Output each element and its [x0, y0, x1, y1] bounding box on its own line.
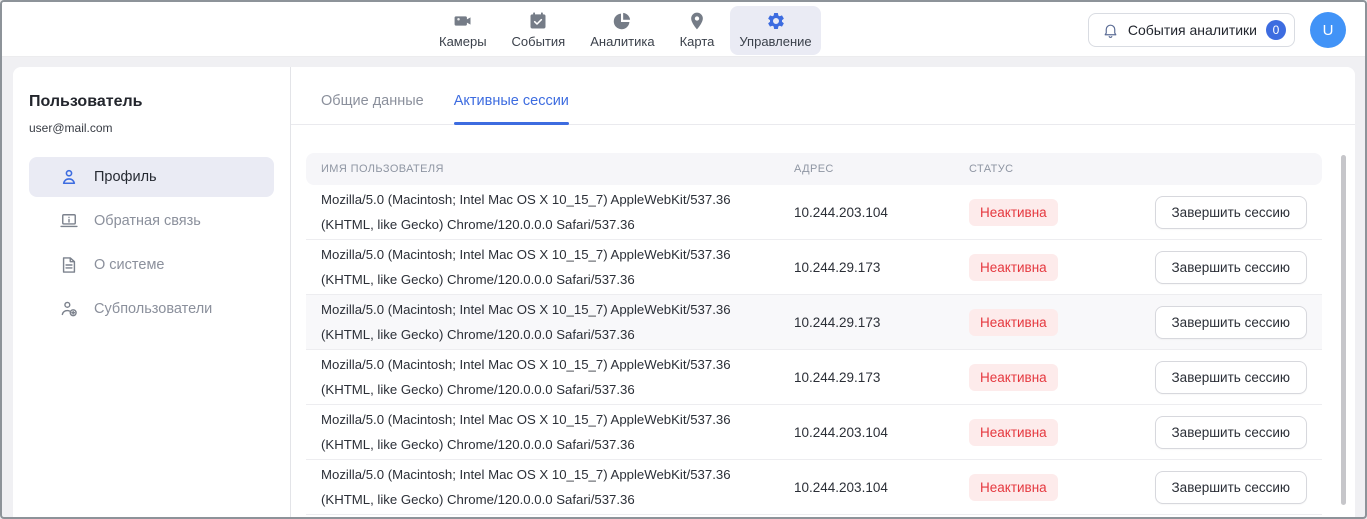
column-header: СТАТУС: [954, 163, 1139, 175]
sessions-table-body: Mozilla/5.0 (Macintosh; Intel Mac OS X 1…: [306, 185, 1322, 515]
sessions-table: ИМЯ ПОЛЬЗОВАТЕЛЯАДРЕССТАТУС Mozilla/5.0 …: [306, 153, 1322, 515]
session-address: 10.244.203.104: [779, 205, 954, 220]
document-icon: [59, 255, 79, 275]
sidebar-item-label: Субпользователи: [94, 301, 212, 317]
end-session-button[interactable]: Завершить сессию: [1155, 306, 1307, 339]
session-user-agent: Mozilla/5.0 (Macintosh; Intel Mac OS X 1…: [306, 460, 779, 514]
add-user-icon: [59, 299, 79, 319]
session-user-agent: Mozilla/5.0 (Macintosh; Intel Mac OS X 1…: [306, 405, 779, 459]
sidebar-title: Пользователь: [29, 93, 274, 111]
main-panel: Общие данные Активные сессии ИМЯ ПОЛЬЗОВА…: [291, 67, 1355, 517]
nav-item-analytics[interactable]: Аналитика: [581, 6, 663, 55]
session-row: Mozilla/5.0 (Macintosh; Intel Mac OS X 1…: [306, 460, 1322, 515]
session-user-agent: Mozilla/5.0 (Macintosh; Intel Mac OS X 1…: [306, 295, 779, 349]
analytics-events-badge: 0: [1266, 20, 1286, 40]
sidebar-item-label: Обратная связь: [94, 213, 201, 229]
nav-item-label: События: [512, 34, 566, 49]
session-user-agent: Mozilla/5.0 (Macintosh; Intel Mac OS X 1…: [306, 185, 779, 239]
feedback-laptop-icon: [59, 211, 79, 231]
tab-sessions[interactable]: Активные сессии: [454, 93, 569, 124]
sidebar-item-about[interactable]: О системе: [29, 245, 274, 285]
column-header: ИМЯ ПОЛЬЗОВАТЕЛЯ: [306, 163, 779, 175]
nav-item-label: Карта: [680, 34, 715, 49]
nav-item-management[interactable]: Управление: [730, 6, 820, 55]
nav-item-label: Аналитика: [590, 34, 654, 49]
end-session-button[interactable]: Завершить сессию: [1155, 361, 1307, 394]
session-status-badge: Неактивна: [969, 309, 1058, 336]
session-status-badge: Неактивна: [969, 364, 1058, 391]
user-email: user@mail.com: [29, 121, 274, 135]
vertical-scrollbar[interactable]: [1341, 155, 1346, 505]
map-pin-icon: [687, 11, 707, 31]
session-address: 10.244.203.104: [779, 480, 954, 495]
sidebar-item-subusers[interactable]: Субпользователи: [29, 289, 274, 329]
end-session-button[interactable]: Завершить сессию: [1155, 251, 1307, 284]
session-row: Mozilla/5.0 (Macintosh; Intel Mac OS X 1…: [306, 295, 1322, 350]
sidebar-item-profile[interactable]: Профиль: [29, 157, 274, 197]
main-nav: Камеры События Аналитика Карта Управление: [430, 6, 821, 55]
end-session-button[interactable]: Завершить сессию: [1155, 416, 1307, 449]
tab-bar: Общие данные Активные сессии: [291, 67, 1355, 125]
gear-icon: [766, 11, 786, 31]
session-address: 10.244.29.173: [779, 315, 954, 330]
session-row: Mozilla/5.0 (Macintosh; Intel Mac OS X 1…: [306, 240, 1322, 295]
session-user-agent: Mozilla/5.0 (Macintosh; Intel Mac OS X 1…: [306, 350, 779, 404]
user-avatar[interactable]: U: [1310, 12, 1346, 48]
sidebar-item-feedback[interactable]: Обратная связь: [29, 201, 274, 241]
sessions-table-header: ИМЯ ПОЛЬЗОВАТЕЛЯАДРЕССТАТУС: [306, 153, 1322, 185]
sidebar-item-label: Профиль: [94, 169, 157, 185]
analytics-events-label: События аналитики: [1128, 22, 1257, 38]
session-row: Mozilla/5.0 (Macintosh; Intel Mac OS X 1…: [306, 350, 1322, 405]
column-header: АДРЕС: [779, 163, 954, 175]
end-session-button[interactable]: Завершить сессию: [1155, 196, 1307, 229]
session-status-badge: Неактивна: [969, 474, 1058, 501]
person-icon: [59, 167, 79, 187]
analytics-events-button[interactable]: События аналитики 0: [1088, 13, 1295, 47]
sidebar-item-label: О системе: [94, 257, 164, 273]
top-header: Камеры События Аналитика Карта Управление Со…: [2, 2, 1365, 57]
pie-chart-icon: [612, 11, 632, 31]
calendar-check-icon: [528, 11, 548, 31]
nav-item-events[interactable]: События: [503, 6, 575, 55]
app-window: Камеры События Аналитика Карта Управление Со…: [0, 0, 1367, 519]
session-status-badge: Неактивна: [969, 199, 1058, 226]
session-user-agent: Mozilla/5.0 (Macintosh; Intel Mac OS X 1…: [306, 240, 779, 294]
session-address: 10.244.29.173: [779, 370, 954, 385]
video-camera-icon: [453, 11, 473, 31]
nav-item-map[interactable]: Карта: [671, 6, 724, 55]
nav-item-cameras[interactable]: Камеры: [430, 6, 496, 55]
end-session-button[interactable]: Завершить сессию: [1155, 471, 1307, 504]
tab-general[interactable]: Общие данные: [321, 93, 424, 124]
nav-item-label: Управление: [739, 34, 811, 49]
session-row: Mozilla/5.0 (Macintosh; Intel Mac OS X 1…: [306, 405, 1322, 460]
sidebar: Пользователь user@mail.com Профиль Обратн…: [13, 67, 291, 517]
session-address: 10.244.29.173: [779, 260, 954, 275]
bell-icon: [1102, 22, 1119, 39]
session-status-badge: Неактивна: [969, 254, 1058, 281]
sidebar-menu: Профиль Обратная связь О системе Субпользов…: [29, 157, 274, 329]
session-row: Mozilla/5.0 (Macintosh; Intel Mac OS X 1…: [306, 185, 1322, 240]
session-status-badge: Неактивна: [969, 419, 1058, 446]
content-card: Пользователь user@mail.com Профиль Обратн…: [13, 67, 1355, 517]
session-address: 10.244.203.104: [779, 425, 954, 440]
nav-item-label: Камеры: [439, 34, 487, 49]
